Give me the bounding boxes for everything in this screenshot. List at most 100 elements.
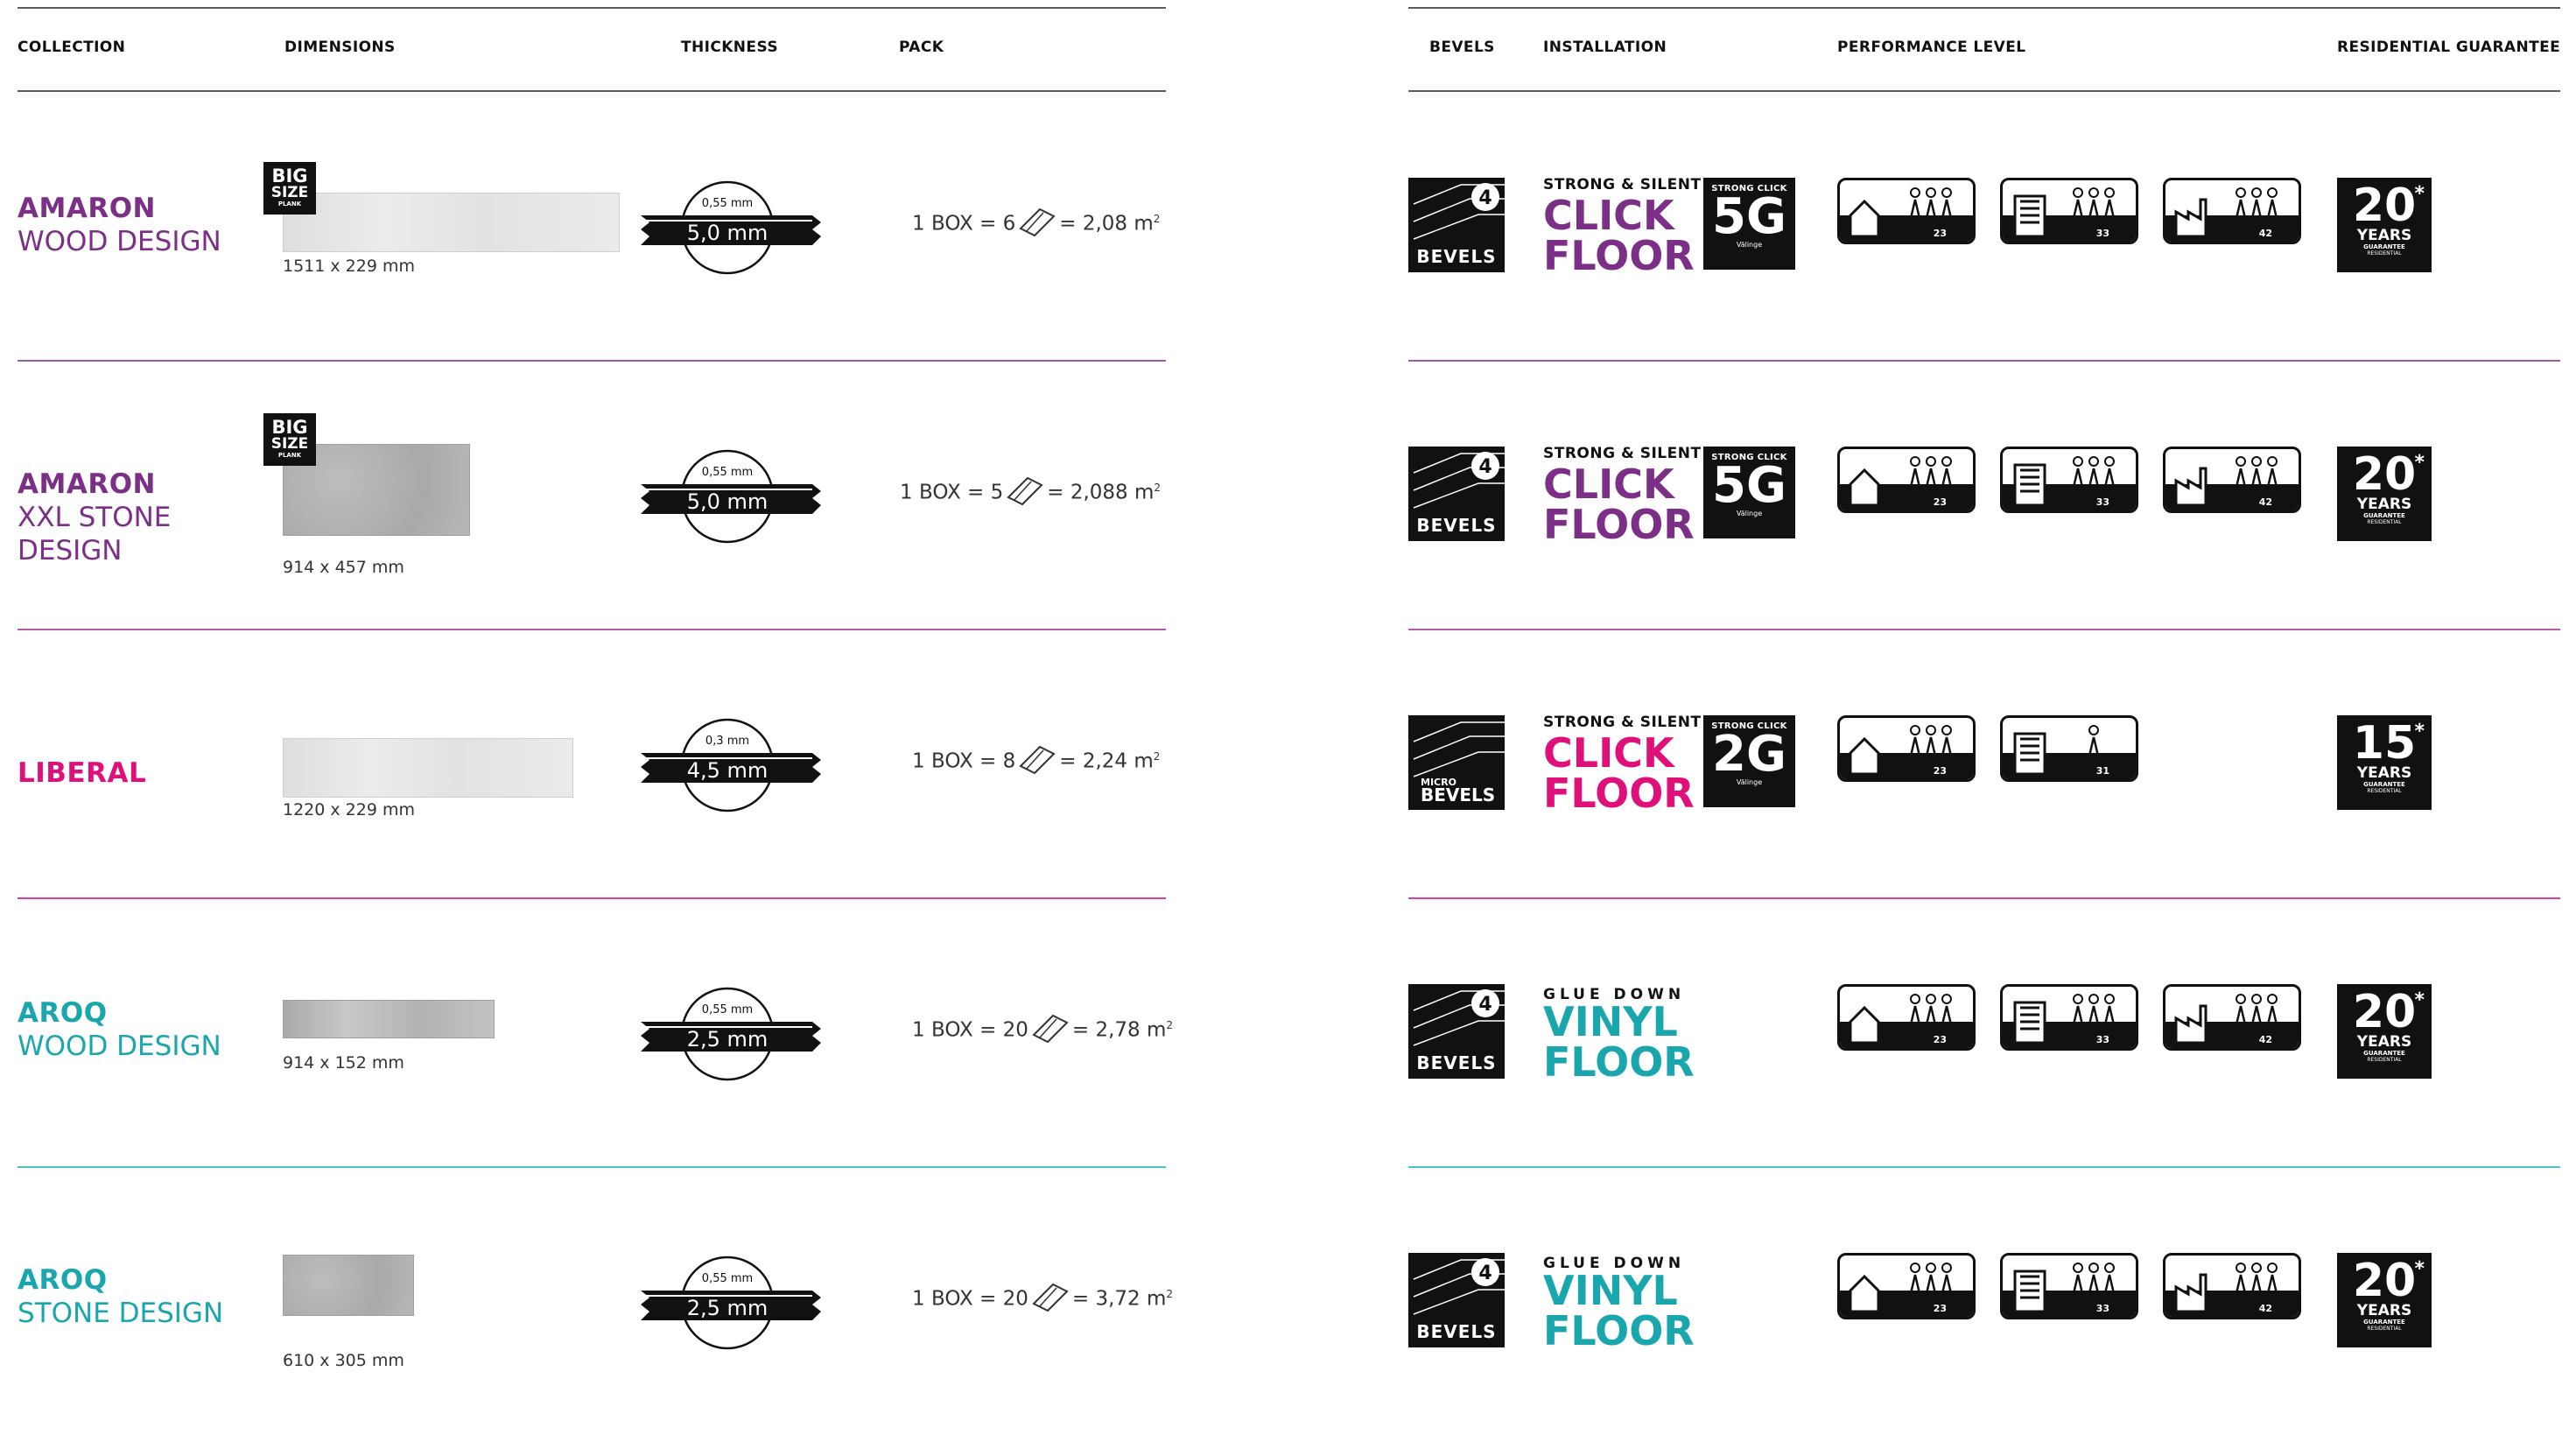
- guarantee-label: GUARANTEE: [2363, 1319, 2405, 1326]
- strong-click-badge: STRONG CLICK 2G Välinge: [1703, 715, 1795, 807]
- plank-stack-icon: [1030, 1012, 1070, 1049]
- bevels-icon: 4 BEVELS: [1408, 447, 1505, 541]
- badge-plank: PLANK: [277, 452, 302, 459]
- area-unit-exponent: 2: [1166, 1018, 1174, 1031]
- badge-big: BIG: [271, 165, 308, 186]
- guarantee-years-label: YEARS: [2356, 227, 2412, 244]
- pack-info: 1 BOX = 20 = 3,72 m2: [912, 1281, 1173, 1318]
- performance-class-number: 42: [2258, 496, 2272, 508]
- guarantee-years-label: YEARS: [2356, 1302, 2412, 1319]
- installation-title-line2: FLOOR: [1543, 501, 1695, 548]
- pack-area: = 2,08 m: [1059, 212, 1154, 236]
- total-thickness-label: 5,0 mm: [687, 221, 769, 245]
- plank-stack-icon: [1005, 475, 1045, 511]
- performance-class-icon: 31: [2000, 715, 2138, 782]
- collection-name: AROQ STONE DESIGN: [18, 1263, 271, 1330]
- performance-class-number: 23: [1933, 1034, 1947, 1045]
- collection-name: AROQ WOOD DESIGN: [18, 996, 271, 1063]
- bevels-icon: MICRO BEVELS: [1408, 715, 1505, 810]
- total-thickness-label: 2,5 mm: [687, 1296, 769, 1320]
- collection-name: AMARON WOOD DESIGN: [18, 192, 271, 258]
- area-unit-exponent: 2: [1154, 481, 1162, 494]
- pack-area: = 2,24 m: [1059, 749, 1154, 773]
- collection-name-line1: AMARON: [18, 468, 156, 500]
- header-residential-guarantee: RESIDENTIAL GUARANTEE: [2337, 39, 2561, 56]
- collection-name-line1: AROQ: [18, 997, 108, 1029]
- performance-class-number: 23: [1933, 765, 1947, 777]
- guarantee-residential-label: RESIDENTIAL: [2367, 1057, 2402, 1063]
- bevels-label: BEVELS: [1421, 784, 1496, 805]
- table-row: AMARON WOOD DESIGN BIG SIZE PLANK 1511 x 229 …: [0, 92, 2576, 360]
- header-installation: INSTALLATION: [1543, 39, 1667, 56]
- plank-stack-icon: [1017, 743, 1057, 780]
- bevel-count: 4: [1478, 456, 1492, 478]
- header-top-rule-left: [18, 7, 1166, 9]
- performance-class-icon: 33: [2000, 984, 2138, 1051]
- collection-name-line2: WOOD DESIGN: [18, 226, 221, 257]
- table-row: AROQ STONE DESIGN 610 x 305 mm 0,55 mm 2,5 m…: [0, 1167, 2576, 1435]
- strong-click-code: 5G: [1712, 457, 1786, 514]
- guarantee-badge: 20 * YEARS GUARANTEE RESIDENTIAL: [2337, 1253, 2432, 1347]
- strong-click-badge: STRONG CLICK 5G Välinge: [1703, 447, 1795, 538]
- badge-size: SIZE: [270, 184, 309, 201]
- installation-title-line1: CLICK: [1543, 729, 1674, 777]
- performance-class-number: 33: [2095, 228, 2109, 239]
- strong-click-code: 5G: [1712, 188, 1786, 245]
- total-thickness-label: 2,5 mm: [687, 1027, 769, 1052]
- total-thickness-label: 5,0 mm: [687, 489, 769, 514]
- performance-class-number: 42: [2258, 1034, 2272, 1045]
- collection-name: AMARON XXL STONE DESIGN: [18, 468, 271, 567]
- performance-class-number: 33: [2095, 1034, 2109, 1045]
- guarantee-star: *: [2414, 183, 2425, 205]
- badge-plank: PLANK: [277, 200, 302, 208]
- collection-name-line1: LIBERAL: [18, 757, 147, 789]
- plank-swatch-image: [283, 1000, 495, 1038]
- plank-swatch-image: [283, 738, 573, 798]
- big-size-plank-badge: BIG SIZE PLANK: [263, 162, 316, 215]
- installation-subtitle: STRONG & SILENT: [1543, 176, 1702, 193]
- collection-name-line2: STONE DESIGN: [18, 1298, 224, 1329]
- pack-info: 1 BOX = 6 = 2,08 m2: [912, 206, 1160, 243]
- header-collection: COLLECTION: [18, 39, 126, 56]
- pack-info: 1 BOX = 5 = 2,088 m2: [900, 475, 1161, 511]
- pack-count: 1 BOX = 20: [912, 1018, 1028, 1042]
- performance-class-number: 23: [1933, 1303, 1947, 1314]
- bevels-label: BEVELS: [1416, 246, 1497, 267]
- performance-class-number: 42: [2258, 1303, 2272, 1314]
- header-pack: PACK: [899, 39, 944, 56]
- strong-click-code: 2G: [1712, 726, 1786, 783]
- strong-click-badge: STRONG CLICK 5G Välinge: [1703, 178, 1795, 270]
- performance-class-number: 33: [2095, 1303, 2109, 1314]
- collection-name: LIBERAL: [18, 756, 271, 790]
- pack-count: 1 BOX = 20: [912, 1287, 1028, 1311]
- performance-class-icon: 42: [2163, 178, 2301, 244]
- installation-title-line1: VINYL: [1543, 1267, 1678, 1314]
- badge-big: BIG: [271, 417, 308, 438]
- pack-info: 1 BOX = 8 = 2,24 m2: [912, 743, 1160, 780]
- performance-class-icon: 33: [2000, 178, 2138, 244]
- installation-subtitle: STRONG & SILENT: [1543, 445, 1702, 462]
- wear-layer-label: 0,55 mm: [702, 1272, 753, 1285]
- guarantee-label: GUARANTEE: [2363, 781, 2405, 788]
- bevels-icon: 4 BEVELS: [1408, 178, 1505, 272]
- guarantee-label: GUARANTEE: [2363, 512, 2405, 519]
- collection-name-line2: WOOD DESIGN: [18, 1031, 221, 1062]
- wear-layer-label: 0,55 mm: [702, 1003, 753, 1016]
- thickness-icon: 0,55 mm 2,5 mm: [637, 1250, 821, 1355]
- guarantee-years-label: YEARS: [2356, 496, 2412, 513]
- performance-class-icon: 23: [1837, 1253, 1976, 1319]
- guarantee-star: *: [2414, 1258, 2425, 1280]
- guarantee-star: *: [2414, 721, 2425, 742]
- plank-dimensions: 1220 x 229 mm: [283, 800, 415, 819]
- collection-name-line1: AMARON: [18, 193, 156, 224]
- guarantee-years-label: YEARS: [2356, 764, 2412, 782]
- installation-title-line2: FLOOR: [1543, 1038, 1695, 1086]
- installation-title-line2: FLOOR: [1543, 1307, 1695, 1354]
- bevels-label: BEVELS: [1416, 515, 1497, 536]
- wear-layer-label: 0,3 mm: [705, 735, 749, 748]
- installation-title-line2: FLOOR: [1543, 770, 1695, 817]
- table-row: AMARON XXL STONE DESIGN BIG SIZE PLANK 914 x …: [0, 361, 2576, 629]
- performance-class-icon: 23: [1837, 178, 1976, 244]
- plank-dimensions: 610 x 305 mm: [283, 1351, 404, 1370]
- header-dimensions: DIMENSIONS: [284, 39, 396, 56]
